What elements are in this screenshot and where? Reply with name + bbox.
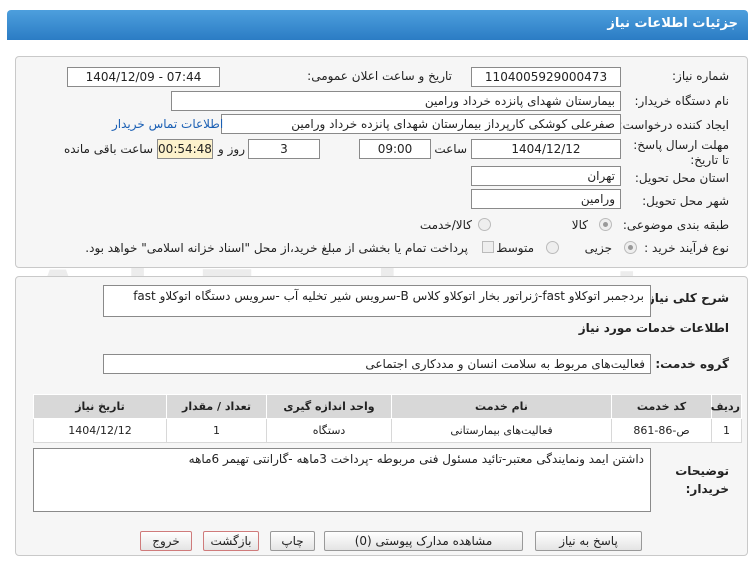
buyer-org-field: بیمارستان شهدای پانزده خرداد ورامین	[171, 91, 621, 111]
buyer-notes-textarea: داشتن ایمد ونمایندگی معتبر-تائید مسئول ف…	[33, 448, 651, 512]
back-button[interactable]: بازگشت	[203, 531, 259, 551]
deadline-date-field: 1404/12/12	[471, 139, 621, 159]
announce-label: تاریخ و ساعت اعلان عمومی:	[307, 69, 452, 83]
remaining-label: ساعت باقی مانده	[63, 142, 153, 156]
category-radio-goods-service[interactable]	[478, 218, 491, 231]
services-section-title: اطلاعات خدمات مورد نیاز	[578, 321, 729, 335]
description-textarea: بردجمبر اتوکلاو fast-ژنراتور بخار اتوکلا…	[103, 285, 651, 317]
cell-row-number: 1	[711, 418, 742, 443]
services-table: ردیف کد خدمت نام خدمت واحد اندازه گیری ت…	[33, 394, 742, 443]
province-label: استان محل تحویل:	[634, 171, 729, 185]
col-quantity: تعداد / مقدار	[166, 394, 267, 419]
cell-quantity: 1	[166, 418, 267, 443]
days-label: روز و	[218, 142, 245, 156]
need-number-field: 1104005929000473	[471, 67, 621, 87]
process-option-minor: جزیی	[584, 241, 612, 255]
col-need-date: تاریخ نیاز	[33, 394, 167, 419]
cell-service-code: ص-86-861	[611, 418, 712, 443]
remaining-time-field: 00:54:48	[157, 139, 213, 159]
deadline-time-label: ساعت	[434, 142, 467, 156]
col-row-number: ردیف	[711, 394, 742, 419]
buyer-notes-label: توضیحات خریدار:	[675, 464, 729, 496]
col-unit: واحد اندازه گیری	[266, 394, 392, 419]
col-service-name: نام خدمت	[391, 394, 612, 419]
announce-field: 1404/12/09 - 07:44	[67, 67, 220, 87]
service-group-label: گروه خدمت:	[655, 357, 729, 371]
exit-button[interactable]: خروج	[140, 531, 192, 551]
cell-need-date: 1404/12/12	[33, 418, 167, 443]
creator-label: ایجاد کننده درخواست:	[618, 118, 729, 132]
buyer-org-label: نام دستگاه خریدار:	[634, 94, 730, 108]
deadline-time-field: 09:00	[359, 139, 431, 159]
need-number-label: شماره نیاز:	[672, 69, 729, 83]
cell-service-name: فعالیت‌های بیمارستانی	[391, 418, 612, 443]
process-label: نوع فرآیند خرید :	[644, 241, 729, 255]
days-field: 3	[248, 139, 320, 159]
process-radio-medium[interactable]	[546, 241, 559, 254]
city-field: ورامین	[471, 189, 621, 209]
cell-unit: دستگاه	[266, 418, 392, 443]
page-title: جزئیات اطلاعات نیاز	[7, 10, 748, 40]
payment-note: پرداخت تمام یا بخشی از مبلغ خرید،از محل …	[85, 241, 468, 255]
category-label: طبقه بندی موضوعی:	[622, 218, 729, 232]
city-label: شهر محل تحویل:	[642, 194, 729, 208]
attachments-button[interactable]: مشاهده مدارک پیوستی (0)	[324, 531, 523, 551]
print-button[interactable]: چاپ	[270, 531, 315, 551]
creator-field: صفرعلی کوشکی کارپرداز بیمارستان شهدای پا…	[221, 114, 621, 134]
process-radio-minor[interactable]	[624, 241, 637, 254]
province-field: تهران	[471, 166, 621, 186]
category-radio-goods[interactable]	[599, 218, 612, 231]
table-row: 1 ص-86-861 فعالیت‌های بیمارستانی دستگاه …	[33, 418, 742, 443]
category-option-goods-service: کالا/خدمت	[419, 218, 472, 232]
description-label: شرح کلی نیاز:	[643, 291, 729, 305]
contact-info-link[interactable]: اطلاعات تماس خریدار	[112, 117, 223, 131]
reply-button[interactable]: پاسخ به نیاز	[535, 531, 642, 551]
category-option-goods: کالا	[571, 218, 588, 232]
col-service-code: کد خدمت	[611, 394, 712, 419]
process-option-medium: متوسط	[496, 241, 534, 255]
deadline-label: مهلت ارسال پاسخ: تا تاریخ:	[633, 138, 729, 167]
table-header-row: ردیف کد خدمت نام خدمت واحد اندازه گیری ت…	[33, 394, 742, 419]
service-group-field: فعالیت‌های مربوط به سلامت انسان و مددکار…	[103, 354, 651, 374]
treasury-payment-checkbox[interactable]	[482, 241, 494, 253]
